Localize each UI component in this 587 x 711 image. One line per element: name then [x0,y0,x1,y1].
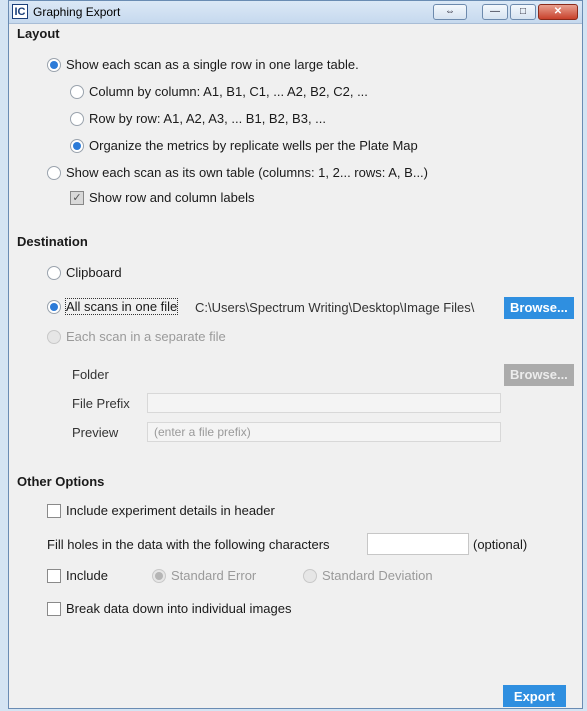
restore-arrows-icon[interactable]: ⇔ [433,4,467,20]
clipboard-option[interactable]: Clipboard [47,265,122,280]
close-button[interactable]: ✕ [538,4,578,20]
row-by-row-radio[interactable] [70,111,84,126]
include-option[interactable]: Include [47,568,108,583]
organize-option[interactable]: Organize the metrics by replicate wells … [70,138,418,153]
std-dev-radio[interactable] [303,568,317,583]
all-in-one-label: All scans in one file [64,298,179,315]
show-labels-option[interactable]: ✓ Show row and column labels [70,190,254,205]
layout-heading: Layout [17,26,60,41]
organize-label: Organize the metrics by replicate wells … [89,138,418,153]
col-by-col-label: Column by column: A1, B1, C1, ... A2, B2… [89,84,368,99]
all-in-one-option[interactable]: All scans in one file [47,298,179,315]
break-down-option[interactable]: Break data down into individual images [47,601,291,616]
title-bar: IC Graphing Export ⇔ — □ ✕ [9,1,582,24]
clipboard-label: Clipboard [66,265,122,280]
include-label: Include [66,568,108,583]
browse-button[interactable]: Browse... [504,297,574,319]
single-row-radio[interactable] [47,57,61,72]
include-details-label: Include experiment details in header [66,503,275,518]
show-labels-checkbox[interactable]: ✓ [70,190,84,205]
organize-radio[interactable] [70,138,84,153]
folder-browse-button[interactable]: Browse... [504,364,574,386]
folder-label: Folder [72,367,109,382]
std-dev-label: Standard Deviation [322,568,433,583]
own-table-radio[interactable] [47,165,61,180]
optional-label: (optional) [473,537,528,552]
single-row-label: Show each scan as a single row in one la… [66,57,359,72]
window-title: Graphing Export [33,5,121,19]
break-down-label: Break data down into individual images [66,601,292,616]
std-error-radio[interactable] [152,568,166,583]
app-icon: IC [12,4,28,19]
own-table-label: Show each scan as its own table (columns… [66,165,428,180]
std-error-label: Standard Error [171,568,257,583]
destination-heading: Destination [17,234,88,249]
all-in-one-radio[interactable] [47,299,61,314]
row-by-row-option[interactable]: Row by row: A1, A2, A3, ... B1, B2, B3, … [70,111,326,126]
show-labels-label: Show row and column labels [89,190,255,205]
col-by-col-option[interactable]: Column by column: A1, B1, C1, ... A2, B2… [70,84,368,99]
col-by-col-radio[interactable] [70,84,84,99]
other-options-heading: Other Options [17,474,105,489]
fill-holes-label: Fill holes in the data with the followin… [47,537,330,552]
preview-field: (enter a file prefix) [147,422,501,442]
single-row-option[interactable]: Show each scan as a single row in one la… [47,57,359,72]
separate-file-option[interactable]: Each scan in a separate file [47,329,226,344]
separate-file-radio[interactable] [47,329,61,344]
separate-file-label: Each scan in a separate file [66,329,226,344]
export-button[interactable]: Export [503,685,566,707]
std-dev-option[interactable]: Standard Deviation [303,568,433,583]
file-prefix-input[interactable] [147,393,501,413]
graphing-export-window: IC Graphing Export ⇔ — □ ✕ Layout Show e… [8,0,583,709]
maximize-button[interactable]: □ [510,4,536,20]
fill-holes-input[interactable] [367,533,469,555]
include-details-checkbox[interactable] [47,503,61,518]
own-table-option[interactable]: Show each scan as its own table (columns… [47,165,428,180]
row-by-row-label: Row by row: A1, A2, A3, ... B1, B2, B3, … [89,111,327,126]
clipboard-radio[interactable] [47,265,61,280]
include-checkbox[interactable] [47,568,61,583]
break-down-checkbox[interactable] [47,601,61,616]
destination-path: C:\Users\Spectrum Writing\Desktop\Image … [195,300,475,315]
file-prefix-label: File Prefix [72,396,130,411]
minimize-button[interactable]: — [482,4,508,20]
std-error-option[interactable]: Standard Error [152,568,256,583]
preview-label: Preview [72,425,119,440]
include-details-option[interactable]: Include experiment details in header [47,503,275,518]
